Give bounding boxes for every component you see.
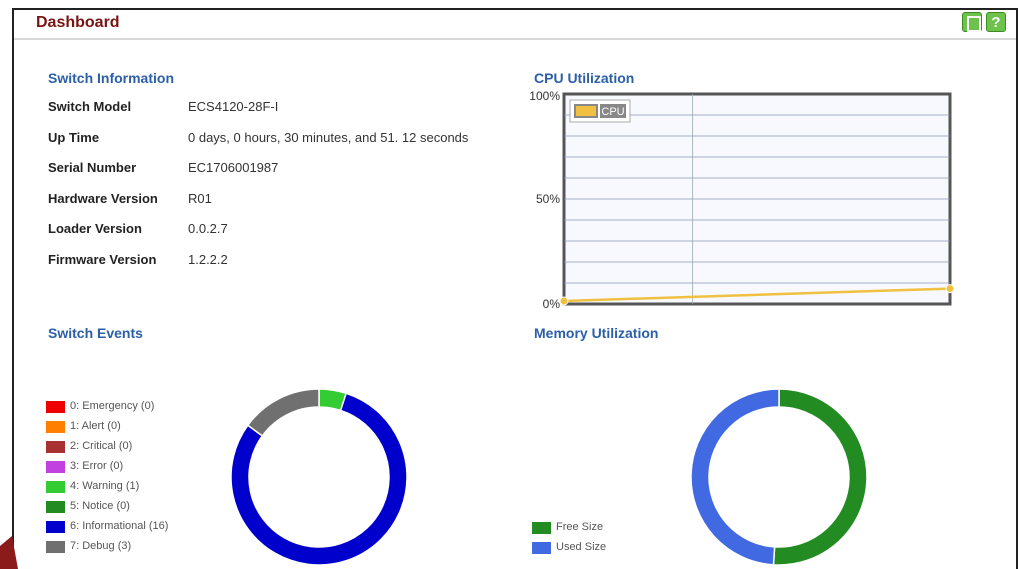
info-label: Loader Version	[48, 221, 142, 236]
legend-swatch	[532, 542, 551, 554]
help-icon[interactable]: ?	[986, 12, 1006, 32]
y-tick-label: 100%	[529, 89, 560, 103]
donut-slice	[246, 388, 320, 437]
switch-info-title: Switch Information	[48, 70, 174, 86]
legend-label: 4: Warning (1)	[70, 480, 140, 492]
decorative-tab	[0, 536, 18, 569]
info-value: 0.0.2.7	[188, 221, 228, 236]
cpu-chart: 100% 50% 0% CPU	[529, 89, 955, 311]
legend-swatch	[46, 501, 65, 513]
legend-label: 6: Informational (16)	[70, 520, 169, 532]
legend-swatch	[46, 401, 65, 413]
title-bar: Dashboard ?	[14, 10, 1016, 40]
info-value: EC1706001987	[188, 160, 279, 175]
events-donut-chart	[230, 388, 408, 566]
info-label: Serial Number	[48, 160, 137, 175]
legend-swatch	[46, 541, 65, 553]
info-value: 1.2.2.2	[188, 251, 228, 267]
info-value: R01	[188, 190, 212, 206]
legend-swatch	[46, 521, 65, 533]
cpu-data-point	[559, 296, 569, 306]
info-label: Switch Model	[48, 99, 132, 114]
info-label: Up Time	[48, 129, 100, 145]
legend-label: 5: Notice (0)	[70, 500, 130, 512]
info-value: 0 days, 0 hours, 30 minutes, and 51. 12 …	[188, 129, 469, 145]
cpu-legend-label: CPU	[601, 106, 624, 118]
legend-swatch	[46, 461, 65, 473]
donut-slice	[690, 388, 780, 566]
legend-swatch	[46, 421, 65, 433]
legend-label: 3: Error (0)	[70, 460, 124, 472]
y-tick-label: 0%	[543, 297, 561, 311]
legend-label: 1: Alert (0)	[70, 420, 121, 432]
memory-donut-chart	[690, 388, 868, 566]
legend-label: Free Size	[556, 521, 604, 533]
legend-label: 0: Emergency (0)	[70, 400, 155, 412]
events-title: Switch Events	[48, 325, 143, 341]
y-tick-label: 50%	[536, 192, 560, 206]
legend-swatch	[532, 522, 551, 534]
memory-title: Memory Utilization	[534, 325, 659, 341]
cpu-legend-swatch	[576, 106, 596, 116]
page-title: Dashboard	[36, 14, 120, 31]
legend-label: 2: Critical (0)	[70, 440, 133, 452]
cpu-data-point	[945, 284, 955, 294]
info-label: Hardware Version	[48, 190, 158, 206]
info-value: ECS4120-28F-I	[188, 99, 279, 114]
donut-slice	[772, 388, 868, 566]
info-label: Firmware Version	[48, 251, 157, 267]
legend-swatch	[46, 481, 65, 493]
legend-label: 7: Debug (3)	[70, 540, 132, 552]
legend-swatch	[46, 441, 65, 453]
save-icon[interactable]	[962, 12, 982, 32]
legend-label: Used Size	[556, 541, 607, 553]
